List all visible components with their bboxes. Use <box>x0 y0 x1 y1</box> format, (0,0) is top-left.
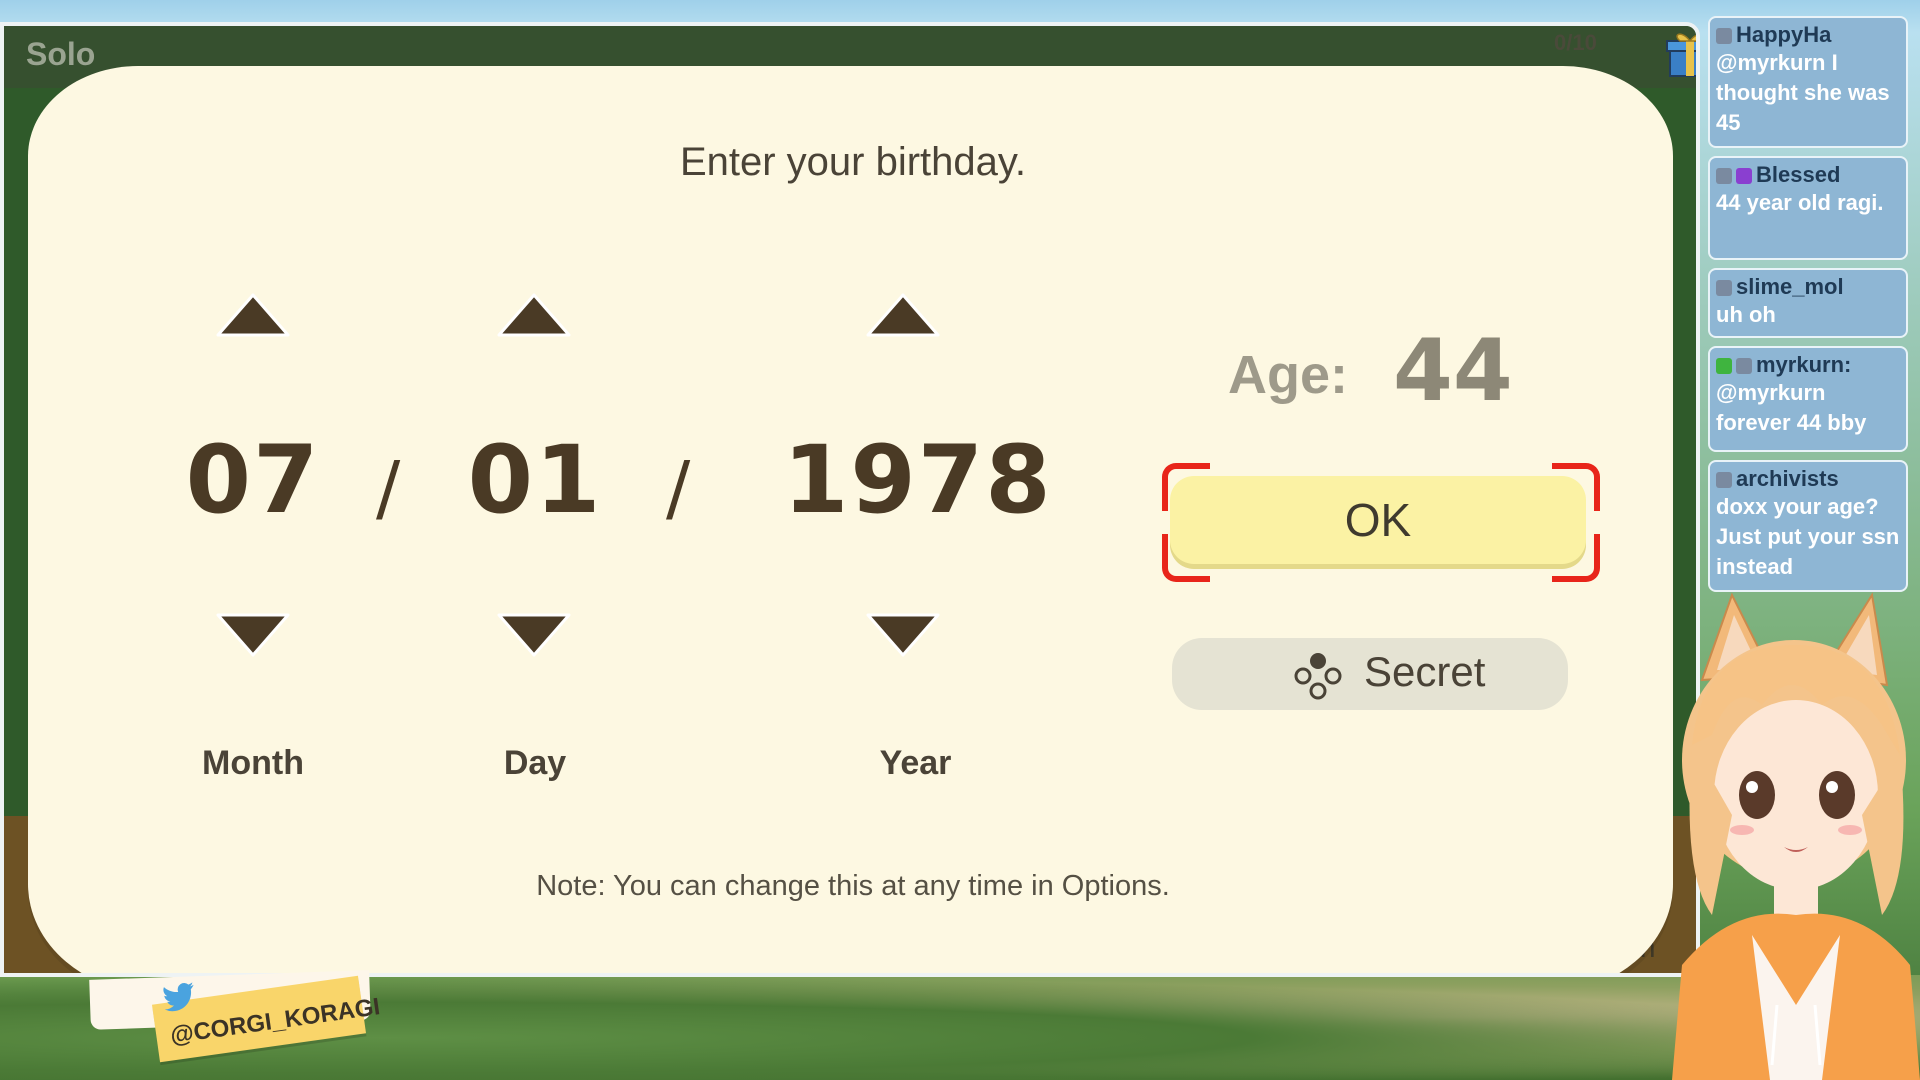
streamer-avatar <box>1672 592 1920 1080</box>
age-label: Age: <box>1228 345 1348 405</box>
focus-corner <box>1162 534 1210 582</box>
secret-button[interactable]: Secret <box>1172 638 1568 710</box>
year-label: Year <box>879 744 952 782</box>
chat-text: uh oh <box>1716 302 1776 327</box>
triangle-down-icon <box>866 613 940 657</box>
chat-username-text: HappyHa <box>1736 22 1832 47</box>
chat-message: myrkurn: @myrkurn forever 44 bby <box>1708 346 1908 452</box>
chat-username: Blessed <box>1716 162 1900 188</box>
cat-badge-icon <box>1736 358 1752 375</box>
date-separator: / <box>376 446 401 530</box>
birthday-dialog: Enter your birthday. 07 / 01 / 1978 Mont… <box>28 66 1673 973</box>
day-label: Day <box>503 744 567 782</box>
triangle-down-icon <box>497 613 571 657</box>
dialog-title: Enter your birthday. <box>679 140 1027 184</box>
game-window: Solo 0/10 nfirm Enter your birthday. 07 <box>0 22 1700 977</box>
triangle-up-icon <box>866 293 940 337</box>
chat-text: 44 year old ragi. <box>1716 190 1884 215</box>
chat-username-text: myrkurn: <box>1756 352 1852 377</box>
focus-corner <box>1552 463 1600 511</box>
triangle-up-icon <box>216 293 290 337</box>
cat-badge-icon <box>1716 28 1732 45</box>
moderator-badge-icon <box>1716 358 1732 375</box>
day-value: 01 <box>467 426 603 535</box>
chat-message: archivists doxx your age? Just put your … <box>1708 460 1908 592</box>
month-value: 07 <box>185 426 321 535</box>
diamond-badge-icon <box>1736 168 1752 185</box>
year-value: 1978 <box>783 426 1053 535</box>
cat-badge-icon <box>1716 168 1732 185</box>
day-up-button[interactable] <box>495 291 573 341</box>
dialog-note: Note: You can change this at any time in… <box>536 870 1170 902</box>
ok-button[interactable]: OK <box>1170 476 1586 564</box>
twitter-bird-icon <box>163 982 194 1012</box>
chat-username: slime_mol <box>1716 274 1900 300</box>
month-up-button[interactable] <box>214 291 292 341</box>
chat-text: @myrkurn forever 44 bby <box>1716 380 1867 435</box>
cat-badge-icon <box>1716 280 1732 297</box>
chat-text: @myrkurn I thought she was 45 <box>1716 50 1890 135</box>
age-value: 44 <box>1393 321 1513 421</box>
year-up-button[interactable] <box>864 291 942 341</box>
chat-username-text: archivists <box>1736 466 1839 491</box>
chat-message: Blessed 44 year old ragi. <box>1708 156 1908 260</box>
controller-buttons-icon <box>1294 653 1342 700</box>
chat-text: doxx your age? Just put your ssn instead <box>1716 494 1900 579</box>
chat-username-text: Blessed <box>1756 162 1841 187</box>
year-down-button[interactable] <box>864 609 942 659</box>
chat-username: archivists <box>1716 466 1900 492</box>
gift-icon <box>1666 33 1696 77</box>
triangle-up-icon <box>497 293 571 337</box>
chat-username: myrkurn: <box>1716 352 1900 378</box>
focus-corner <box>1162 463 1210 511</box>
cat-badge-icon <box>1716 472 1732 489</box>
chat-username-text: slime_mol <box>1736 274 1844 299</box>
mode-label: Solo <box>26 36 96 72</box>
day-down-button[interactable] <box>495 609 573 659</box>
item-counter: 0/10 <box>1554 30 1597 55</box>
focus-corner <box>1552 534 1600 582</box>
chat-username: HappyHa <box>1716 22 1900 48</box>
month-label: Month <box>202 744 304 782</box>
triangle-down-icon <box>216 613 290 657</box>
chat-message: HappyHa @myrkurn I thought she was 45 <box>1708 16 1908 148</box>
chat-message: slime_mol uh oh <box>1708 268 1908 338</box>
month-down-button[interactable] <box>214 609 292 659</box>
date-separator: / <box>666 446 691 530</box>
secret-label: Secret <box>1364 648 1486 695</box>
